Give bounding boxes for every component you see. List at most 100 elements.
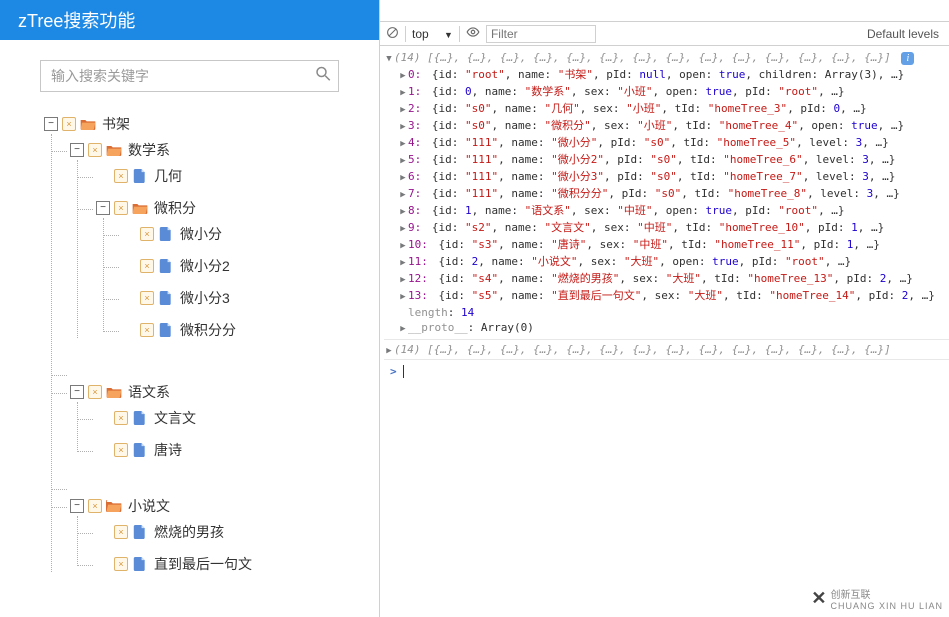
expand-icon[interactable] <box>398 118 408 135</box>
expand-icon[interactable] <box>398 169 408 186</box>
row-body: {id: 0, name: "数学系", sex: "小班", open: tr… <box>432 85 845 98</box>
tree-label: 文言文 <box>152 408 196 428</box>
console-object-row[interactable]: 0: {id: "root", name: "书架", pId: null, o… <box>384 67 949 84</box>
remove-icon[interactable]: × <box>114 443 128 457</box>
expand-icon[interactable] <box>398 203 408 220</box>
console-header[interactable]: (14) [{…}, {…}, {…}, {…}, {…}, {…}, {…},… <box>384 50 949 67</box>
array-count: (14) <box>394 51 421 64</box>
toggle-blank-icon <box>96 557 110 571</box>
tree-row[interactable]: − × 书架 <box>44 114 379 134</box>
collapse-icon[interactable]: − <box>96 201 110 215</box>
tree-row[interactable]: × 微小分2 <box>122 256 379 276</box>
tree-row[interactable]: × 文言文 <box>96 408 379 428</box>
expand-icon[interactable] <box>398 135 408 152</box>
remove-icon[interactable]: × <box>140 291 154 305</box>
tree-node: × 几何 <box>96 160 379 192</box>
expand-icon[interactable] <box>398 254 408 271</box>
expand-icon[interactable] <box>398 288 408 305</box>
expand-icon[interactable] <box>398 186 408 203</box>
expand-icon[interactable] <box>384 50 394 67</box>
tree-label: 语文系 <box>126 382 170 402</box>
tree-node: × 唐诗 <box>96 434 379 466</box>
remove-icon[interactable]: × <box>88 143 102 157</box>
toggle-blank-icon <box>96 411 110 425</box>
remove-icon[interactable]: × <box>88 385 102 399</box>
eye-icon[interactable] <box>466 25 480 42</box>
console-object-row[interactable]: 9: {id: "s2", name: "文言文", sex: "中班", tI… <box>384 220 949 237</box>
tree-row[interactable]: × 微小分3 <box>122 288 379 308</box>
expand-icon[interactable] <box>398 101 408 118</box>
expand-icon[interactable] <box>398 271 408 288</box>
log-levels-select[interactable]: Default levels <box>867 27 943 41</box>
devtools-pane: top ▼ Default levels (14) [{…}, {…}, {…}… <box>380 0 949 617</box>
search-input[interactable] <box>41 61 338 91</box>
console-object-row[interactable]: 4: {id: "111", name: "微小分", pId: "s0", t… <box>384 135 949 152</box>
expand-icon[interactable] <box>398 220 408 237</box>
tree-label: 唐诗 <box>152 440 182 460</box>
collapse-icon[interactable]: − <box>70 143 84 157</box>
watermark-sub: CHUANG XIN HU LIAN <box>830 601 943 611</box>
row-index: 5: <box>408 153 425 166</box>
tree-row[interactable]: − × 数学系 <box>70 140 379 160</box>
console-object-row[interactable]: 12: {id: "s4", name: "燃烧的男孩", sex: "大班",… <box>384 271 949 288</box>
console-object-row[interactable]: 7: {id: "111", name: "微积分分", pId: "s0", … <box>384 186 949 203</box>
info-icon[interactable]: i <box>901 52 914 65</box>
row-index: 9: <box>408 221 425 234</box>
row-index: 1: <box>408 85 425 98</box>
remove-icon[interactable]: × <box>88 499 102 513</box>
toolbar-separator <box>459 26 460 42</box>
remove-icon[interactable]: × <box>140 323 154 337</box>
remove-icon[interactable]: × <box>140 259 154 273</box>
app-left-pane: zTree搜索功能 − × 书架 <box>0 0 380 617</box>
console-object-row[interactable]: 6: {id: "111", name: "微小分3", pId: "s0", … <box>384 169 949 186</box>
collapse-icon[interactable]: − <box>70 499 84 513</box>
prompt-cursor <box>403 365 404 378</box>
tree-row[interactable]: × 几何 <box>96 166 379 186</box>
tree-label: 微小分2 <box>178 256 230 276</box>
tree-row[interactable]: × 微小分 <box>122 224 379 244</box>
console-prompt[interactable]: > <box>384 359 949 383</box>
expand-icon[interactable] <box>398 237 408 254</box>
remove-icon[interactable]: × <box>114 201 128 215</box>
expand-icon[interactable] <box>398 67 408 84</box>
console-object-row[interactable]: 1: {id: 0, name: "数学系", sex: "小班", open:… <box>384 84 949 101</box>
console-object-row[interactable]: 5: {id: "111", name: "微小分2", pId: "s0", … <box>384 152 949 169</box>
console-object-row[interactable]: 13: {id: "s5", name: "直到最后一句文", sex: "大班… <box>384 288 949 305</box>
remove-icon[interactable]: × <box>114 525 128 539</box>
tree-row[interactable]: − × 微积分 <box>96 198 379 218</box>
tree-row[interactable]: × 直到最后一句文 <box>96 554 379 574</box>
search-icon[interactable] <box>314 65 332 88</box>
tree-row[interactable]: × 燃烧的男孩 <box>96 522 379 542</box>
tree-label: 直到最后一句文 <box>152 554 252 574</box>
tree-node: − × 小说文 × 燃烧的男孩 <box>70 490 379 586</box>
console-object-row[interactable]: 2: {id: "s0", name: "几何", sex: "小班", tId… <box>384 101 949 118</box>
tree-row[interactable]: × 微积分分 <box>122 320 379 340</box>
remove-icon[interactable]: × <box>114 557 128 571</box>
search-box[interactable] <box>40 60 339 92</box>
console-footer-array[interactable]: (14) [{…}, {…}, {…}, {…}, {…}, {…}, {…},… <box>384 339 949 359</box>
file-icon <box>158 227 174 241</box>
console-object-row[interactable]: 3: {id: "s0", name: "微积分", sex: "小班", tI… <box>384 118 949 135</box>
tree-row[interactable]: − × 语文系 <box>70 382 379 402</box>
row-body: {id: "111", name: "微小分3", pId: "s0", tId… <box>432 170 896 183</box>
expand-icon[interactable] <box>384 342 394 359</box>
collapse-icon[interactable]: − <box>70 385 84 399</box>
filter-input[interactable] <box>486 25 596 43</box>
remove-icon[interactable]: × <box>114 411 128 425</box>
expand-icon[interactable] <box>398 320 408 337</box>
remove-icon[interactable]: × <box>140 227 154 241</box>
context-select[interactable]: top ▼ <box>412 27 453 41</box>
clear-console-icon[interactable] <box>386 26 399 42</box>
collapse-icon[interactable]: − <box>44 117 58 131</box>
console-object-row[interactable]: 11: {id: 2, name: "小说文", sex: "大班", open… <box>384 254 949 271</box>
console-object-row[interactable]: 8: {id: 1, name: "语文系", sex: "中班", open:… <box>384 203 949 220</box>
expand-icon[interactable] <box>398 84 408 101</box>
tree-spacer <box>70 358 379 376</box>
tree-row[interactable]: − × 小说文 <box>70 496 379 516</box>
console-object-row[interactable]: 10: {id: "s3", name: "唐诗", sex: "中班", tI… <box>384 237 949 254</box>
remove-icon[interactable]: × <box>114 169 128 183</box>
console-proto-row[interactable]: __proto__: Array(0) <box>384 320 949 337</box>
remove-icon[interactable]: × <box>62 117 76 131</box>
tree-row[interactable]: × 唐诗 <box>96 440 379 460</box>
expand-icon[interactable] <box>398 152 408 169</box>
